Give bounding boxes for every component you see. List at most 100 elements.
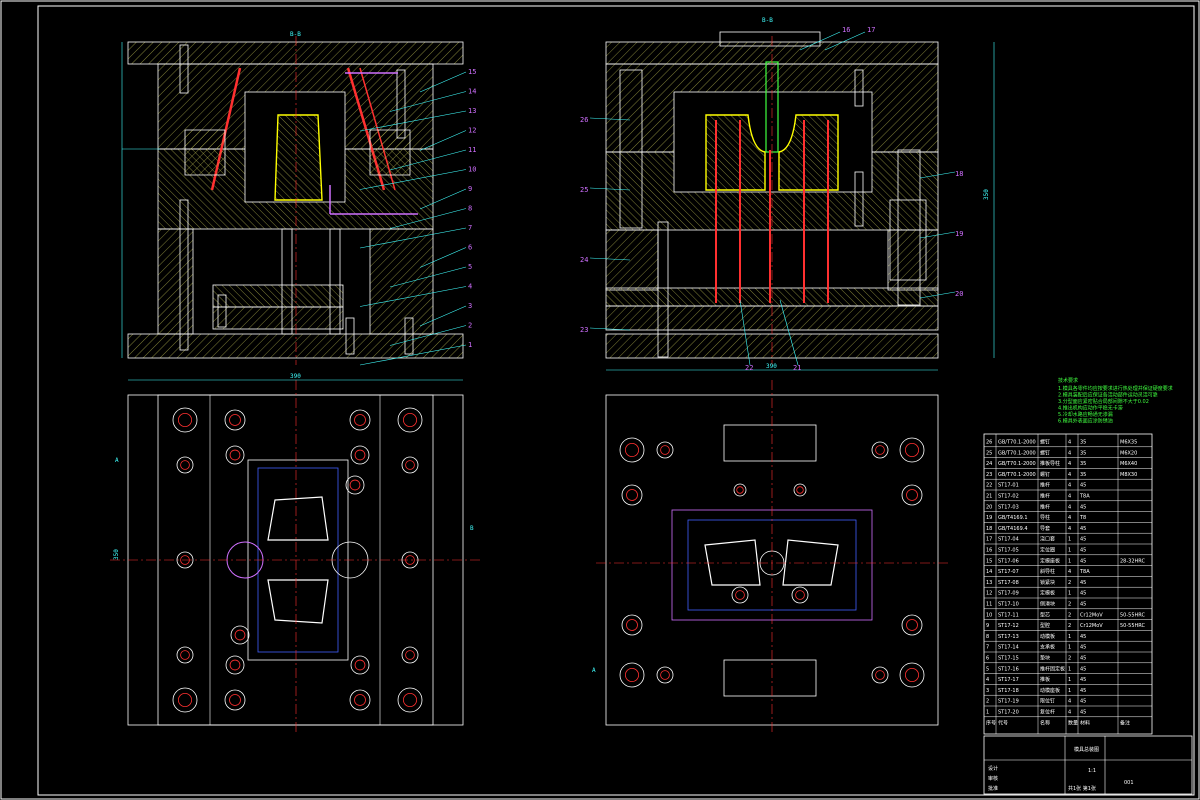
right-overall-width: 390: [766, 363, 777, 370]
hole: [397, 687, 423, 713]
callout-9: 9: [468, 185, 472, 193]
bom-cell-mat: 45: [1080, 677, 1086, 683]
callout-15: 15: [468, 68, 476, 76]
hole-inner: [229, 694, 241, 706]
bom-cell-name: 动模座板: [1040, 687, 1060, 694]
callout-1: 1: [468, 341, 472, 349]
bom-cell-code: GB/T70.1-2000: [998, 461, 1036, 467]
hole-inner: [796, 486, 804, 494]
tech-note: 1.模具各零件均应按要求进行热处理并保证硬度要求: [1058, 385, 1173, 392]
drawing-name: 模具总装图: [1074, 746, 1099, 753]
left-section-label: B-B: [290, 31, 301, 38]
callout-20: 20: [955, 290, 963, 298]
bom-cell-name: 推杆: [1040, 493, 1050, 500]
bom-cell-no: 10: [986, 612, 992, 618]
callout-6: 6: [468, 244, 472, 252]
hole-inner: [795, 590, 805, 600]
drawing-scale: 1:1: [1088, 768, 1096, 774]
bom-cell-mat: T8A: [1079, 569, 1090, 575]
bom-cell-no: 4: [986, 677, 989, 683]
bom-cell-name: 推杆: [1040, 482, 1050, 489]
bom-cell-name: 复位杆: [1040, 709, 1055, 716]
callout-11: 11: [468, 146, 476, 154]
bom-cell-code: ST17-20: [998, 710, 1019, 716]
bom-cell-name: 定模座板: [1040, 557, 1060, 564]
bom-cell-no: 9: [986, 623, 989, 629]
bom-header-mat: 材料: [1080, 719, 1090, 726]
hole: [225, 445, 245, 465]
hole-inner: [905, 442, 920, 457]
bom-cell-code: ST17-14: [998, 645, 1019, 651]
hole-inner: [405, 460, 415, 470]
hole: [172, 687, 198, 713]
bom-cell-code: ST17-04: [998, 537, 1019, 543]
hole-inner: [905, 668, 920, 683]
hole: [619, 437, 645, 463]
callout-7: 7: [468, 224, 472, 232]
bom-cell-mat: 45: [1080, 526, 1086, 532]
hole-inner: [402, 693, 417, 708]
bom-cell-code: GB/T4169.4: [998, 526, 1028, 532]
bom-cell-no: 2: [986, 699, 989, 705]
bom-cell-name: 螺钉: [1040, 471, 1050, 478]
hole: [731, 586, 749, 604]
hole: [176, 456, 194, 474]
hole: [899, 662, 925, 688]
bom-cell-qty: 2: [1068, 602, 1071, 608]
callout-26: 26: [580, 116, 588, 124]
bom-cell-mat: 45: [1080, 602, 1086, 608]
tech-note: 4.推出机构应动作平稳无卡滞: [1058, 405, 1123, 412]
bom-cell-no: 12: [986, 591, 992, 597]
bom-cell-code: ST17-18: [998, 688, 1019, 694]
callout-16: 16: [842, 26, 850, 34]
hole: [224, 409, 246, 431]
callout-2: 2: [468, 322, 472, 330]
designer-label: 设计: [988, 765, 998, 772]
bom-cell-qty: 4: [1068, 440, 1071, 446]
bom-cell-qty: 4: [1068, 494, 1071, 500]
bom-cell-name: 限位钉: [1040, 698, 1055, 705]
bom-cell-qty: 1: [1068, 537, 1071, 543]
bom-cell-mat: T8A: [1079, 494, 1090, 500]
bom-cell-qty: 4: [1068, 472, 1071, 478]
callout-13: 13: [468, 107, 476, 115]
bom-cell-no: 21: [986, 494, 992, 500]
callout-23: 23: [580, 326, 588, 334]
bom-cell-name: 锁紧块: [1040, 579, 1055, 586]
hole-inner: [736, 486, 744, 494]
bom-cell-code: ST17-16: [998, 666, 1019, 672]
bom-cell-code: GB/T4169.1: [998, 515, 1028, 521]
bom-cell-name: 型芯: [1040, 611, 1050, 618]
hole: [401, 646, 419, 664]
bom-cell-no: 11: [986, 602, 992, 608]
bom-cell-mat: 45: [1080, 710, 1086, 716]
bom-cell-name: 垫块: [1040, 655, 1050, 662]
bom-cell-mat: 35: [1080, 440, 1086, 446]
hole: [621, 614, 643, 636]
bom-cell-no: 16: [986, 548, 992, 554]
bom-cell-name: 推板导柱: [1040, 460, 1060, 467]
bom-cell-no: 5: [986, 666, 989, 672]
bom-cell-note: M6X20: [1120, 450, 1137, 456]
bom-cell-no: 20: [986, 504, 992, 510]
bom-cell-code: GB/T70.1-2000: [998, 450, 1036, 456]
hole-inner: [405, 650, 415, 660]
approver-label: 批准: [988, 785, 998, 792]
bom-cell-no: 24: [986, 461, 992, 467]
hole-inner: [229, 414, 241, 426]
tech-notes: 技术要求 1.模具各零件均应按要求进行热处理并保证硬度要求2.模具装配后应保证各…: [1058, 377, 1173, 425]
bom-cell-code: ST17-03: [998, 504, 1019, 510]
hole: [871, 666, 889, 684]
bom-cell-mat: 45: [1080, 537, 1086, 543]
bom-table: 26 GB/T70.1-2000 螺钉 4 35 M6X3525 GB/T70.1-2000…: [983, 433, 1153, 735]
hole-inner: [349, 479, 361, 491]
bom-cell-code: ST17-05: [998, 548, 1019, 554]
hole: [225, 655, 245, 675]
hole: [397, 407, 423, 433]
hole-inner: [660, 670, 670, 680]
bom-cell-no: 15: [986, 558, 992, 564]
callout-5: 5: [468, 263, 472, 271]
hole: [871, 441, 889, 459]
bom-cell-qty: 4: [1068, 504, 1071, 510]
bom-cell-code: GB/T70.1-2000: [998, 440, 1036, 446]
